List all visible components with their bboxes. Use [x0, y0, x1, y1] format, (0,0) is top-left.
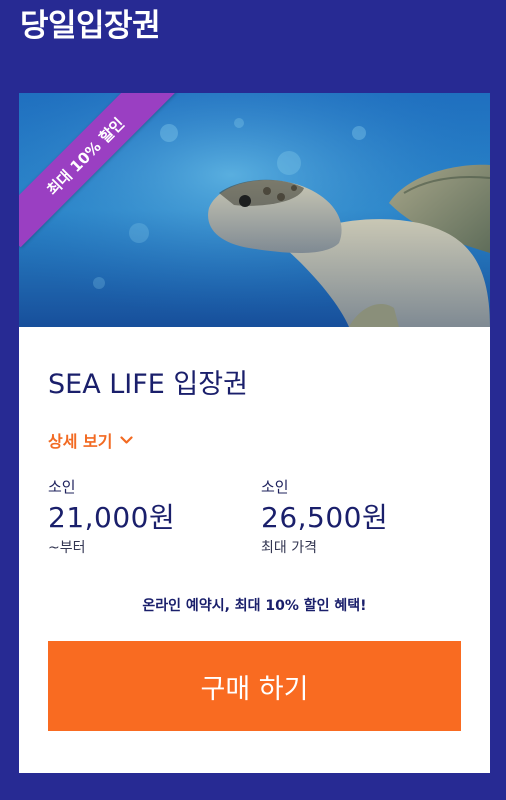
page-title: 당일입장권 [20, 8, 161, 44]
price-amount: 21,000원 [48, 501, 176, 534]
details-toggle[interactable]: 상세 보기 [48, 428, 134, 452]
price-max: 소인 26,500원 최대 가격 [261, 476, 388, 558]
price-note: 최대 가격 [261, 540, 317, 556]
hero-image: 최대 10% 할인 [19, 93, 490, 327]
price-amount: 26,500원 [261, 501, 389, 534]
promo-text: 온라인 예약시, 최대 10% 할인 혜택! [142, 598, 367, 614]
buy-button[interactable]: 구매 하기 [48, 641, 461, 731]
ticket-card: 최대 10% 할인 SEA LIFE 입장권 상세 보기 소인 21,000원 … [19, 93, 490, 773]
details-link-label: 상세 보기 [48, 432, 113, 451]
price-category: 소인 [261, 478, 289, 496]
price-category: 소인 [48, 478, 76, 496]
ticket-title: SEA LIFE 입장권 [48, 369, 248, 400]
chevron-down-icon [120, 435, 134, 445]
price-note: ~부터 [48, 540, 86, 556]
price-min: 소인 21,000원 ~부터 [48, 476, 175, 558]
